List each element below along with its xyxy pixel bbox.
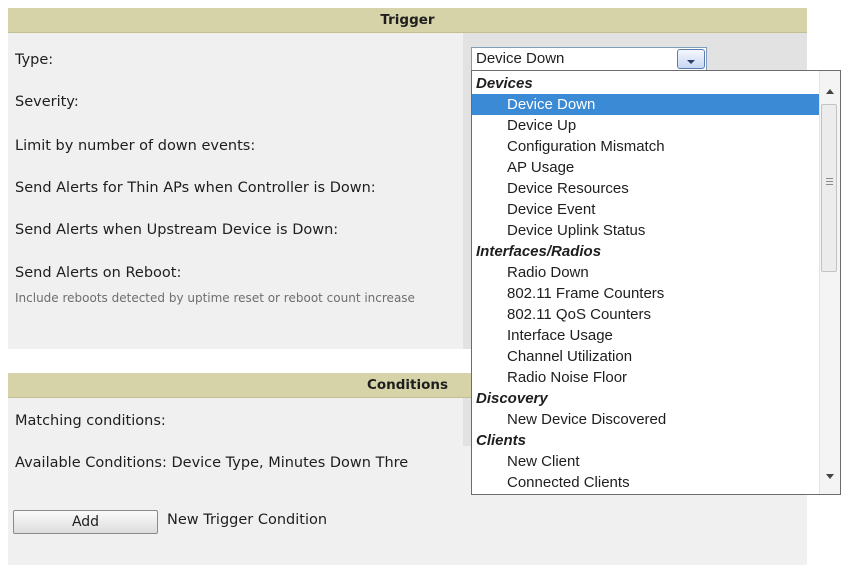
dropdown-option[interactable]: Connected Clients [472, 472, 820, 493]
reboot-note: Include reboots detected by uptime reset… [15, 291, 415, 305]
dropdown-option[interactable]: Device Down [472, 94, 820, 115]
grip-line [826, 184, 833, 185]
limit-down-events-label: Limit by number of down events: [15, 138, 256, 154]
dropdown-option[interactable]: New Device Discovered [472, 409, 820, 430]
severity-label: Severity: [15, 94, 79, 110]
dropdown-option[interactable]: 802.11 QoS Counters [472, 304, 820, 325]
available-conditions-label: Available Conditions: Device Type, Minut… [15, 455, 409, 471]
dropdown-options: Devices Device Down Device Up Configuration… [472, 73, 820, 493]
grip-line [826, 181, 833, 182]
type-select-value: Device Down [476, 50, 565, 67]
dropdown-option[interactable]: Radio Noise Floor [472, 367, 820, 388]
type-select[interactable]: Device Down [471, 47, 707, 71]
dropdown-option[interactable]: Configuration Mismatch [472, 136, 820, 157]
dropdown-option[interactable]: Channel Utilization [472, 346, 820, 367]
type-label: Type: [15, 52, 54, 68]
reboot-label: Send Alerts on Reboot: [15, 265, 182, 281]
dropdown-option[interactable]: Device Event [472, 199, 820, 220]
add-condition-button[interactable]: Add [13, 510, 158, 534]
grip-line [826, 178, 833, 179]
matching-conditions-label: Matching conditions: [15, 413, 166, 429]
scroll-down-arrow-icon[interactable] [826, 474, 834, 479]
select-arrow-button[interactable] [677, 49, 705, 69]
dropdown-option[interactable]: AP Usage [472, 157, 820, 178]
dropdown-option[interactable]: 802.11 Frame Counters [472, 283, 820, 304]
dropdown-option[interactable]: Device Resources [472, 178, 820, 199]
dropdown-option[interactable]: Radio Down [472, 262, 820, 283]
dropdown-option[interactable]: Device Uplink Status [472, 220, 820, 241]
dropdown-group-label: Discovery [476, 390, 548, 407]
dropdown-group-label: Devices [476, 75, 533, 92]
scroll-thumb[interactable] [821, 104, 837, 272]
dropdown-group-label: Interfaces/Radios [476, 243, 602, 260]
scroll-up-arrow-icon[interactable] [826, 89, 834, 94]
add-condition-label: New Trigger Condition [167, 512, 328, 528]
type-dropdown-list[interactable]: Devices Device Down Device Up Configuration… [471, 70, 841, 495]
chevron-down-icon [687, 60, 695, 64]
dropdown-option[interactable]: New Client [472, 451, 820, 472]
dropdown-group-label: Clients [476, 432, 527, 449]
thin-aps-label: Send Alerts for Thin APs when Controller… [15, 180, 376, 196]
upstream-device-label: Send Alerts when Upstream Device is Down… [15, 222, 339, 238]
dropdown-option[interactable]: Interface Usage [472, 325, 820, 346]
trigger-header: Trigger [8, 8, 807, 33]
dropdown-scrollbar[interactable] [819, 71, 840, 494]
dropdown-option[interactable]: Device Up [472, 115, 820, 136]
